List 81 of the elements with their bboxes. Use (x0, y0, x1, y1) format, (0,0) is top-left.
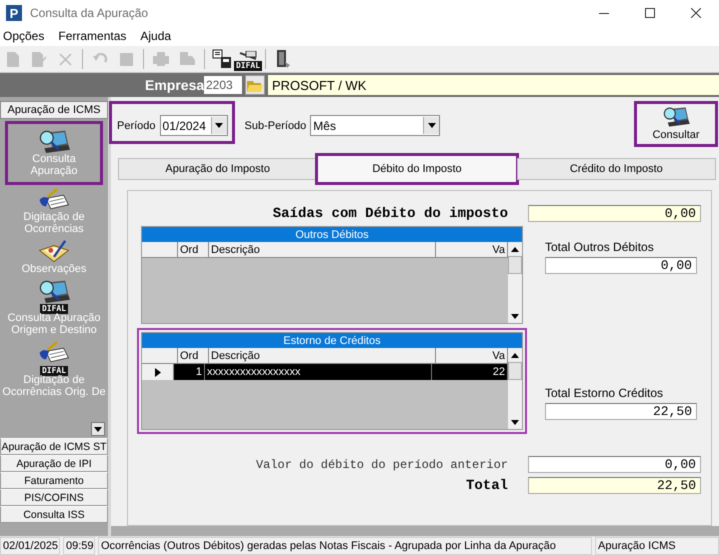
laptop-magnifier-icon (662, 106, 690, 128)
door-icon (275, 49, 291, 69)
down-arrow-icon (215, 123, 224, 128)
total-value-field: 0,00 (545, 257, 697, 274)
scroll-thumb[interactable] (508, 362, 522, 380)
sub-period-label: Sub-Período (244, 120, 306, 132)
status-cell: Apuração ICMS (595, 537, 719, 555)
column-header: Descrição (209, 242, 436, 258)
maximize-icon (645, 8, 655, 18)
down-arrow-icon (511, 314, 519, 318)
saidas-label: Saídas com Débito do imposto (272, 206, 508, 222)
down-arrow-icon (428, 123, 436, 128)
down-arrow-icon (511, 420, 519, 424)
difal-badge: DIFAL (234, 60, 262, 70)
scrollbar[interactable] (508, 348, 522, 429)
folder-icon (247, 78, 263, 92)
close-icon (58, 52, 72, 66)
sidebar-section[interactable]: Apuração de IPI (0, 455, 108, 472)
scroll-down-button[interactable] (91, 422, 105, 436)
period-dropdown[interactable]: 01/2024 (160, 115, 228, 136)
document-icon (7, 52, 19, 66)
minimize-icon (599, 12, 609, 14)
difal-badge: DIFAL (40, 366, 68, 376)
status-cell: 02/01/2025 (0, 537, 60, 555)
company-code-field[interactable]: 2203 (204, 76, 242, 94)
printer-icon (153, 52, 169, 66)
edit-icon (32, 52, 46, 66)
export-icon (212, 49, 232, 69)
toolbar-button[interactable] (211, 48, 233, 70)
grid-title: Estorno de Créditos (142, 333, 522, 348)
tab[interactable]: Débito do Imposto (317, 155, 517, 183)
pencil-sheet-icon (238, 50, 258, 60)
header-cell (142, 242, 178, 258)
column-header: Ord (178, 242, 209, 258)
close-icon (691, 8, 701, 18)
saidas-value-field: 0,00 (528, 205, 701, 222)
undo-icon (92, 53, 108, 65)
sidebar-group-header[interactable]: Apuração de ICMS (0, 101, 108, 119)
total-label: Total (466, 478, 508, 494)
window-title: Consulta da Apuração (30, 6, 150, 20)
sidebar-item[interactable]: DIFAL Digitação de Ocorrências Orig. De (2, 338, 106, 398)
previous-debit-field: 0,00 (528, 456, 701, 473)
up-arrow-icon (511, 246, 519, 252)
sidebar-item[interactable]: DIFAL Consulta Apuração Origem e Destino (2, 276, 106, 336)
menu-item[interactable]: Ajuda (140, 29, 172, 43)
menu-item[interactable]: Ferramentas (58, 29, 126, 43)
book-pen-icon (38, 238, 70, 265)
previous-debit-label: Valor do débito do período anterior (256, 458, 508, 472)
difal-badge: DIFAL (40, 304, 68, 314)
status-cell: Ocorrências (Outros Débitos) geradas pelas Notas Fiscais - Agrupada por Linha da Apuração (98, 537, 592, 555)
total-value-field: 22,50 (545, 403, 697, 420)
consult-button[interactable]: Consultar (636, 103, 716, 145)
company-name-field: PROSOFT / WK (268, 75, 719, 95)
table-cell: xxxxxxxxxxxxxxxxx (205, 364, 432, 380)
toolbar-button[interactable]: DIFAL (237, 48, 259, 70)
sub-period-dropdown[interactable]: Mês (310, 115, 440, 136)
status-cell: 09:59 (63, 537, 95, 555)
grid-title: Outros Débitos (142, 227, 522, 242)
total-label: Total Outros Débitos (545, 240, 655, 254)
period-label: Período (117, 120, 156, 132)
scrollbar[interactable] (508, 242, 522, 323)
total-label: Total Estorno Créditos (545, 386, 664, 400)
row-pointer-icon (154, 368, 160, 376)
sidebar-section[interactable]: Faturamento (0, 472, 108, 489)
truck-icon (180, 52, 194, 66)
menu-item[interactable]: Opções (3, 29, 44, 43)
total-field: 22,50 (528, 477, 701, 494)
sidebar-section[interactable]: Apuração de ICMS ST (0, 438, 108, 455)
app-logo: P (6, 5, 22, 21)
grid-row[interactable]: 1 xxxxxxxxxxxxxxxxx 22 (142, 364, 508, 380)
sidebar-section[interactable]: Consulta ISS (0, 506, 108, 523)
up-arrow-icon (511, 352, 519, 358)
stop-icon (120, 52, 132, 66)
table-cell: 1 (174, 364, 205, 380)
scroll-thumb[interactable] (508, 256, 522, 274)
laptop-magnifier-icon (38, 129, 70, 155)
tab[interactable]: Crédito do Imposto (516, 158, 716, 180)
laptop-magnifier-icon (38, 278, 70, 304)
sidebar-section[interactable]: PIS/COFINS (0, 489, 108, 506)
tab[interactable]: Apuração do Imposto (118, 158, 318, 180)
down-arrow-icon (94, 426, 102, 432)
